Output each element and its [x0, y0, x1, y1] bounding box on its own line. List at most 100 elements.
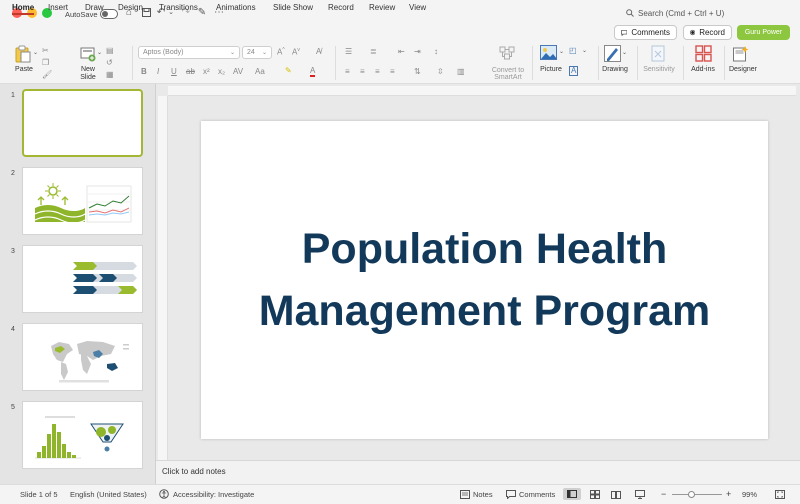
shapes-dropdown-icon[interactable]: ⌄	[582, 47, 587, 54]
change-case-icon[interactable]: Aa	[255, 67, 265, 76]
record-button[interactable]: Record	[683, 25, 732, 40]
search-box[interactable]: Search (Cmd + Ctrl + U)	[626, 6, 724, 20]
slide-thumbnail-4[interactable]	[22, 323, 143, 391]
font-color-icon[interactable]: A	[310, 66, 316, 77]
accessibility-icon[interactable]	[159, 489, 169, 499]
language-status[interactable]: English (United States)	[70, 490, 147, 499]
search-icon	[626, 9, 634, 17]
slide-thumbnail-2[interactable]	[22, 167, 143, 235]
tab-record[interactable]: Record	[328, 3, 354, 12]
accessibility-status[interactable]: Accessibility: Investigate	[173, 490, 254, 499]
slide-title[interactable]: Population Health Management Program	[201, 218, 768, 342]
format-painter-ribbon-icon[interactable]: 🖌	[42, 70, 52, 79]
drawing-icon[interactable]	[604, 45, 621, 62]
drawing-dropdown-icon[interactable]: ⌄	[622, 49, 627, 56]
horizontal-ruler[interactable]	[168, 86, 796, 96]
sensitivity-icon[interactable]	[650, 45, 666, 62]
new-slide-label-1: New	[80, 66, 95, 73]
slide-canvas[interactable]: Population Health Management Program	[201, 121, 768, 439]
copy-icon[interactable]: ❐	[42, 58, 49, 67]
picture-icon[interactable]	[540, 45, 557, 60]
slide-thumbnail-1[interactable]	[22, 89, 143, 157]
comments-toggle-button[interactable]: Comments	[519, 490, 555, 499]
italic-icon[interactable]: I	[157, 67, 159, 76]
font-size-dropdown-icon: ⌄	[261, 50, 267, 56]
picture-dropdown-icon[interactable]: ⌄	[559, 48, 564, 55]
zoom-slider-thumb[interactable]	[688, 491, 695, 498]
bullets-icon[interactable]: ☰	[345, 47, 352, 56]
vertical-ruler[interactable]	[158, 96, 168, 460]
line-spacing-icon[interactable]: ↕	[434, 47, 438, 56]
addins-label: Add-ins	[691, 66, 715, 73]
notes-toggle-button[interactable]: Notes	[473, 490, 493, 499]
tab-home[interactable]: Home	[12, 3, 35, 15]
subscript-icon[interactable]: x₂	[218, 67, 225, 76]
bold-icon[interactable]: B	[141, 67, 147, 76]
text-direction-icon[interactable]: ⇅	[414, 67, 421, 76]
comments-button[interactable]: Comments	[614, 25, 677, 40]
slide-thumbnail-5[interactable]	[22, 401, 143, 469]
zoom-slider[interactable]	[672, 494, 722, 495]
comments-status-icon[interactable]	[506, 490, 516, 499]
font-size-field[interactable]: 24 ⌄	[242, 46, 272, 59]
character-spacing-icon[interactable]: AV	[233, 67, 243, 76]
tab-transitions[interactable]: Transitions	[159, 3, 198, 12]
status-bar: Slide 1 of 5 English (United States) Acc…	[0, 484, 800, 504]
new-slide-dropdown-icon[interactable]: ⌄	[97, 49, 102, 56]
underline-icon[interactable]: U	[171, 67, 177, 76]
guru-power-button[interactable]: Guru Power	[737, 25, 790, 40]
zoom-out-button[interactable]: −	[661, 489, 666, 499]
tab-insert[interactable]: Insert	[48, 3, 68, 12]
section-icon[interactable]: ▦	[106, 70, 114, 79]
notes-placeholder: Click to add notes	[162, 467, 226, 476]
decrease-indent-icon[interactable]: ⇤	[398, 47, 405, 56]
slide-thumbnail-3[interactable]	[22, 245, 143, 313]
superscript-icon[interactable]: x²	[203, 67, 210, 76]
strikethrough-icon[interactable]: ab	[186, 67, 195, 76]
normal-view-button[interactable]	[563, 488, 581, 500]
increase-font-icon[interactable]: A^	[277, 47, 285, 57]
font-name-field[interactable]: Aptos (Body) ⌄	[138, 46, 240, 59]
numbering-icon[interactable]: ≣	[370, 47, 377, 56]
align-text-icon[interactable]: ⇳	[437, 67, 444, 76]
decrease-font-icon[interactable]: Av	[292, 47, 300, 57]
textbox-icon[interactable]: A	[569, 66, 579, 76]
reset-icon[interactable]: ↺	[106, 58, 113, 67]
notes-icon[interactable]	[460, 490, 470, 499]
reading-view-icon[interactable]	[611, 490, 621, 499]
tab-design[interactable]: Design	[118, 3, 143, 12]
fit-slide-icon[interactable]	[775, 490, 785, 499]
paste-icon[interactable]	[14, 45, 32, 63]
tab-review[interactable]: Review	[369, 3, 395, 12]
columns-icon[interactable]: ▥	[457, 67, 465, 76]
cut-icon[interactable]: ✂	[42, 46, 49, 55]
tab-slide-show[interactable]: Slide Show	[273, 3, 313, 12]
shapes-icon[interactable]: ◰	[569, 46, 577, 55]
clear-formatting-icon[interactable]: A̸	[316, 47, 321, 56]
increase-indent-icon[interactable]: ⇥	[414, 47, 421, 56]
smartart-icon[interactable]	[499, 46, 515, 60]
zoom-level[interactable]: 99%	[742, 490, 757, 499]
tab-view[interactable]: View	[409, 3, 426, 12]
align-left-icon[interactable]: ≡	[345, 67, 350, 76]
layout-icon[interactable]: ▤	[106, 46, 114, 55]
slide-count: Slide 1 of 5	[20, 490, 58, 499]
addins-icon[interactable]	[695, 45, 712, 62]
slide-4-preview	[51, 341, 129, 383]
align-right-icon[interactable]: ≡	[375, 67, 380, 76]
slide-number-3: 3	[11, 248, 15, 255]
zoom-in-button[interactable]: +	[726, 489, 731, 499]
paste-dropdown-icon[interactable]: ⌄	[33, 49, 38, 56]
new-slide-icon[interactable]	[80, 45, 96, 63]
slide-sorter-icon[interactable]	[590, 490, 600, 499]
slide-number-2: 2	[11, 170, 15, 177]
tab-draw[interactable]: Draw	[85, 3, 104, 12]
highlight-icon[interactable]: ✎	[285, 66, 292, 75]
justify-icon[interactable]: ≡	[390, 67, 395, 76]
align-center-icon[interactable]: ≡	[360, 67, 365, 76]
notes-pane[interactable]: Click to add notes	[156, 460, 800, 484]
designer-icon[interactable]	[733, 45, 750, 62]
new-slide-label-2: Slide	[80, 74, 96, 81]
slideshow-icon[interactable]	[635, 490, 645, 499]
tab-animations[interactable]: Animations	[216, 3, 256, 12]
